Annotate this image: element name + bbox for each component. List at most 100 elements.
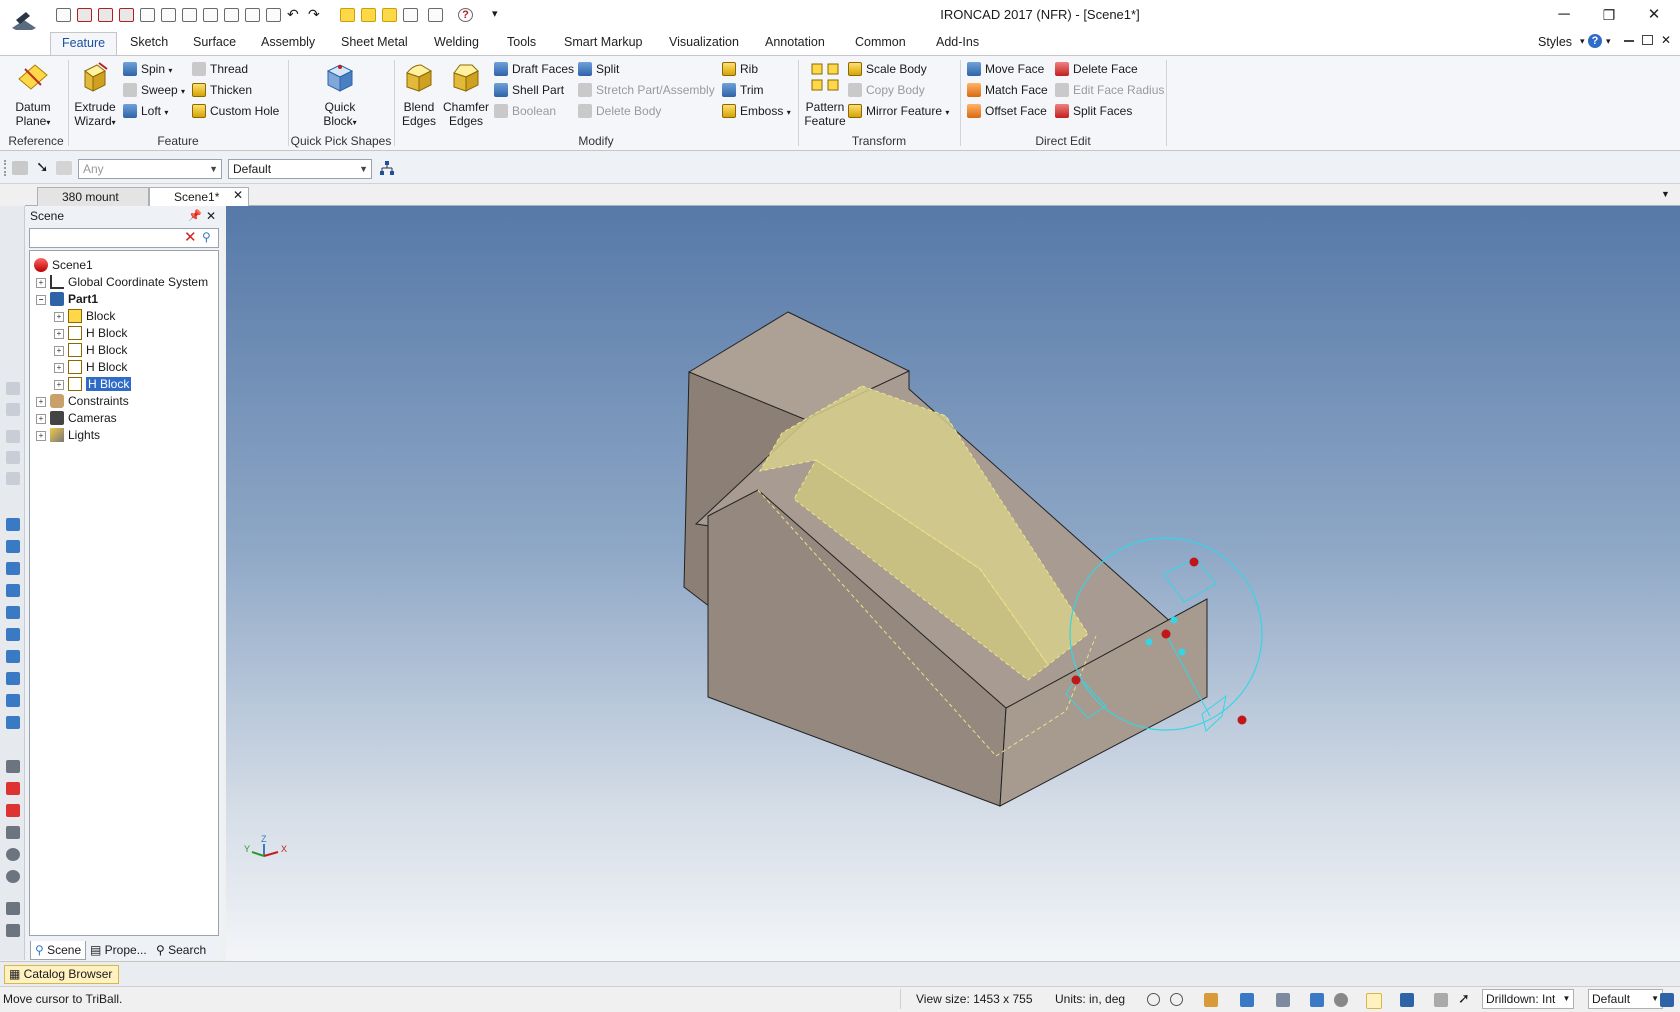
expand-icon[interactable]: + (36, 397, 46, 407)
scale-body-button[interactable]: Scale Body (848, 60, 927, 78)
tool-icon[interactable] (6, 430, 20, 443)
close-button[interactable]: ✕ (1636, 4, 1672, 26)
minimize-button[interactable]: ─ (1546, 4, 1582, 26)
cone-shape-icon[interactable] (6, 562, 20, 575)
tab-welding[interactable]: Welding (434, 35, 479, 49)
clear-search-icon[interactable]: ✕ (184, 230, 197, 246)
tree-item-scene1[interactable]: Scene1 (34, 257, 93, 274)
filter-tree-icon[interactable]: ⚲ (202, 230, 211, 244)
zoom-fit-icon[interactable] (1147, 993, 1160, 1006)
tube-shape-icon[interactable] (6, 716, 20, 729)
new-drawing-icon[interactable] (98, 8, 113, 22)
close-panel-icon[interactable]: ✕ (206, 206, 216, 226)
triball-center[interactable] (1161, 629, 1171, 639)
tool-icon[interactable] (6, 403, 20, 416)
open-folder-icon[interactable] (161, 8, 176, 22)
draft-faces-button[interactable]: Draft Faces (494, 60, 574, 78)
tab-smart-markup[interactable]: Smart Markup (564, 35, 643, 49)
scene-search-input[interactable]: ✕ ⚲ (29, 228, 219, 248)
measure-icon[interactable] (6, 760, 20, 773)
tab-sheet-metal[interactable]: Sheet Metal (341, 35, 408, 49)
3d-viewport[interactable]: Z Y X (226, 206, 1680, 961)
emboss-button[interactable]: Emboss ▾ (722, 102, 791, 120)
triball-handle-point[interactable] (1071, 675, 1081, 685)
collapse-icon[interactable]: − (36, 295, 46, 305)
expand-icon[interactable]: + (54, 346, 64, 356)
tab-sketch[interactable]: Sketch (130, 35, 168, 49)
undo-icon[interactable]: ↶ (287, 7, 302, 22)
loft-button[interactable]: Loft ▾ (123, 102, 168, 120)
redo-icon[interactable]: ↷ (308, 7, 323, 22)
ribbon-close-icon[interactable]: ✕ (1661, 33, 1671, 47)
delete-face-button[interactable]: Delete Face (1055, 60, 1138, 78)
drilldown-select[interactable]: Drilldown: Int ▼ (1482, 989, 1575, 1009)
expand-icon[interactable]: + (36, 278, 46, 288)
wedge-shape-icon[interactable] (6, 606, 20, 619)
help-dropdown-icon[interactable]: ▾ (1606, 36, 1611, 47)
spin-button[interactable]: Spin ▾ (123, 60, 172, 78)
offset-face-button[interactable]: Offset Face (967, 102, 1047, 120)
angle-icon[interactable] (6, 826, 20, 839)
tabs-dropdown-icon[interactable]: ▼ (1661, 189, 1670, 199)
list-icon[interactable] (403, 8, 418, 22)
shell-part-button[interactable]: Shell Part (494, 81, 564, 99)
save-as-icon[interactable] (203, 8, 218, 22)
cylinder-shape-icon[interactable] (6, 540, 20, 553)
hierarchy-icon[interactable] (379, 160, 395, 176)
thread-button[interactable]: Thread (192, 60, 248, 78)
quick-block-button[interactable]: Quick Block▾ (312, 58, 368, 130)
shading-icon[interactable] (1310, 993, 1324, 1007)
cursor-icon[interactable]: ➚ (1458, 990, 1472, 1006)
box-shape-icon[interactable] (6, 518, 20, 531)
sweep-button[interactable]: Sweep ▾ (123, 81, 185, 99)
triball-axis-point[interactable] (1178, 648, 1186, 656)
expand-icon[interactable]: + (54, 312, 64, 322)
split-button[interactable]: Split (578, 60, 619, 78)
styles-menu[interactable]: Styles (1538, 35, 1572, 49)
expand-icon[interactable]: + (54, 329, 64, 339)
add-part-icon[interactable] (245, 8, 260, 22)
filter-combo[interactable]: Any ▼ (78, 159, 222, 179)
torus-shape-icon[interactable] (6, 628, 20, 641)
new-icon[interactable] (56, 8, 71, 22)
edit-face-radius-button[interactable]: Edit Face Radius (1055, 81, 1164, 99)
copy-icon[interactable] (428, 8, 443, 22)
triball-handle[interactable] (1201, 694, 1227, 732)
panel-tab-properties[interactable]: ▤ Prope... (90, 941, 147, 959)
view-orientation-icon[interactable] (1240, 993, 1254, 1007)
tool-icon[interactable] (6, 472, 20, 485)
hole-shape-icon[interactable] (6, 650, 20, 663)
catalog-browser-button[interactable]: ▦ Catalog Browser (4, 965, 120, 984)
rib-button[interactable]: Rib (722, 60, 758, 78)
help-icon[interactable]: ? (1588, 34, 1602, 48)
new-template-icon[interactable] (119, 8, 134, 22)
quick-access-more-button[interactable]: ▾ (492, 7, 498, 20)
view-icon[interactable] (6, 782, 20, 795)
tab-surface[interactable]: Surface (193, 35, 236, 49)
style-combo[interactable]: Default ▼ (228, 159, 372, 179)
pointer-options-icon[interactable] (1434, 993, 1448, 1007)
split-faces-button[interactable]: Split Faces (1055, 102, 1132, 120)
tab-feature[interactable]: Feature (50, 32, 118, 55)
triball-handle-point[interactable] (1237, 715, 1247, 725)
glasses-icon[interactable] (1334, 993, 1348, 1007)
triball-handle-point[interactable] (1189, 557, 1199, 567)
triball-handle[interactable] (1163, 557, 1217, 603)
tab-common[interactable]: Common (855, 35, 906, 49)
panel-tab-search[interactable]: ⚲ Search (156, 941, 206, 959)
datum-plane-button[interactable]: Datum Plane▾ (8, 58, 58, 130)
tree-item-h-block[interactable]: + H Block (54, 342, 127, 359)
tab-assembly[interactable]: Assembly (261, 35, 315, 49)
stretch-part-button[interactable]: Stretch Part/Assembly (578, 81, 715, 99)
tree-item-global-coordinate-system[interactable]: + Global Coordinate System (36, 274, 208, 291)
triball-icon[interactable] (340, 8, 355, 22)
select-options-icon[interactable] (56, 161, 72, 175)
no-entry-icon[interactable] (6, 870, 20, 883)
perspective-icon[interactable] (1366, 993, 1382, 1009)
panel-tab-scene[interactable]: ⚲ Scene (30, 941, 87, 960)
tree-item-block[interactable]: + Block (54, 308, 115, 325)
copy-body-button[interactable]: Copy Body (848, 81, 925, 99)
save-icon[interactable] (182, 8, 197, 22)
tree-item-h-block[interactable]: + H Block (54, 325, 127, 342)
ribbon-minimize-icon[interactable] (1624, 40, 1634, 42)
